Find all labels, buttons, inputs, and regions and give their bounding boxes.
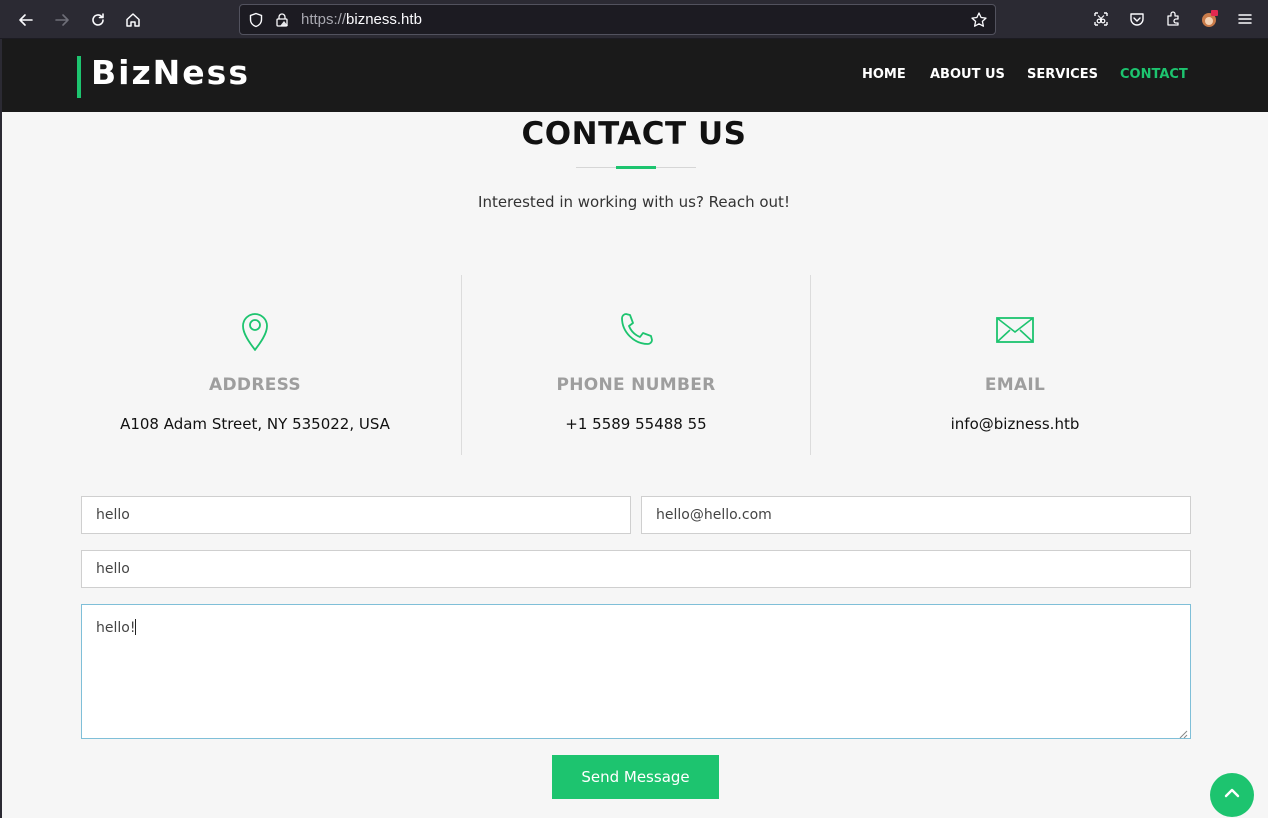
title-accent-line — [616, 166, 656, 169]
logo-accent-bar — [77, 56, 81, 98]
section-title: CONTACT US — [521, 116, 747, 152]
nav-services[interactable]: SERVICES — [1027, 67, 1098, 82]
url-bar[interactable]: https://bizness.htb — [239, 4, 996, 35]
message-value: hello! — [96, 620, 136, 636]
nav-about-us[interactable]: ABOUT US — [930, 67, 1005, 82]
back-arrow-icon[interactable] — [14, 8, 38, 32]
address-info: ADDRESS A108 Adam Street, NY 535022, USA — [80, 275, 430, 455]
map-pin-icon — [233, 308, 277, 352]
url-protocol: https:// — [301, 11, 347, 28]
email-heading: EMAIL — [984, 375, 1046, 395]
browser-toolbar: https://bizness.htb — [0, 0, 1268, 39]
message-textarea[interactable]: hello! — [81, 604, 1191, 739]
insecure-lock-icon[interactable] — [274, 12, 290, 32]
phone-info: PHONE NUMBER +1 5589 55488 55 — [461, 275, 811, 455]
url-host: bizness.htb — [346, 11, 422, 28]
nav-contact[interactable]: CONTACT — [1120, 67, 1188, 82]
extensions-icon[interactable] — [1162, 8, 1184, 30]
email-info: EMAIL info@bizness.htb — [840, 275, 1190, 455]
site-logo[interactable]: BizNess — [91, 53, 250, 92]
screenshot-icon[interactable] — [1090, 8, 1112, 30]
email-value: info@bizness.htb — [950, 415, 1080, 433]
reload-icon[interactable] — [86, 8, 110, 32]
back-to-top-button[interactable] — [1210, 773, 1254, 817]
phone-heading: PHONE NUMBER — [556, 375, 716, 395]
name-field[interactable]: hello — [81, 496, 631, 534]
hamburger-menu-icon[interactable] — [1234, 8, 1256, 30]
forward-arrow-icon[interactable] — [50, 8, 74, 32]
section-subtitle: Interested in working with us? Reach out… — [478, 193, 790, 211]
shield-icon[interactable] — [248, 12, 264, 32]
resize-grip-icon[interactable] — [1179, 727, 1188, 739]
subject-field-value: hello — [96, 561, 130, 577]
bookmark-star-icon[interactable] — [970, 11, 988, 33]
url-text[interactable]: https://bizness.htb — [301, 11, 422, 28]
window-edge — [0, 39, 2, 818]
profile-avatar-icon[interactable] — [1198, 8, 1220, 30]
site-header: BizNess HOME ABOUT US SERVICES CONTACT — [2, 39, 1268, 112]
name-field-value: hello — [96, 507, 130, 523]
address-heading: ADDRESS — [209, 375, 301, 395]
address-value: A108 Adam Street, NY 535022, USA — [120, 415, 390, 433]
phone-icon — [614, 308, 658, 352]
send-message-button[interactable]: Send Message — [552, 755, 719, 799]
email-field[interactable]: hello@hello.com — [641, 496, 1191, 534]
email-field-value: hello@hello.com — [656, 507, 772, 523]
subject-field[interactable]: hello — [81, 550, 1191, 588]
pocket-icon[interactable] — [1126, 8, 1148, 30]
nav-home[interactable]: HOME — [862, 67, 906, 82]
home-icon[interactable] — [121, 8, 145, 32]
text-caret — [135, 619, 137, 635]
envelope-icon — [993, 308, 1037, 352]
chevron-up-icon — [1223, 784, 1241, 806]
phone-value: +1 5589 55488 55 — [565, 415, 707, 433]
